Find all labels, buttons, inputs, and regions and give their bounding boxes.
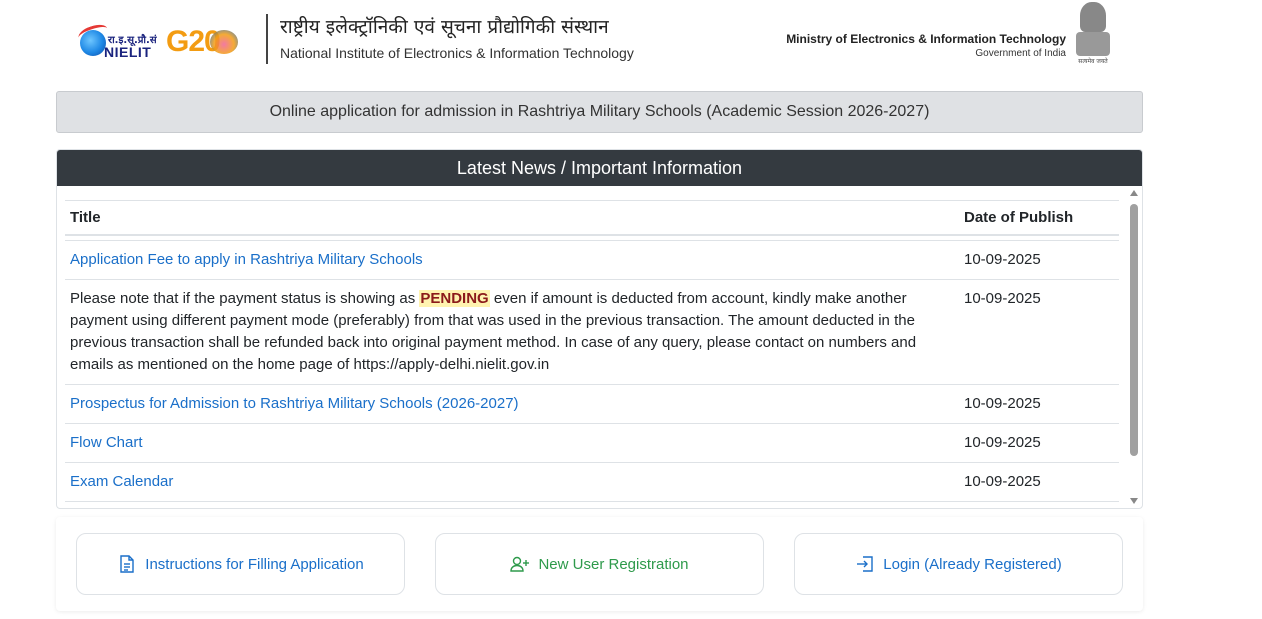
news-heading: Latest News / Important Information bbox=[57, 150, 1142, 186]
scroll-up-arrow-icon[interactable] bbox=[1130, 190, 1138, 196]
person-plus-icon bbox=[510, 554, 530, 574]
scroll-down-arrow-icon[interactable] bbox=[1130, 498, 1138, 504]
government-name: Government of India bbox=[975, 48, 1066, 59]
nielit-logo[interactable]: रा.इ.सू.प्रौ.सं NIELIT bbox=[76, 21, 164, 64]
news-date: 10-09-2025 bbox=[959, 423, 1119, 463]
scrollbar-thumb[interactable] bbox=[1130, 204, 1138, 456]
news-scroll-area[interactable]: Title Date of Publish Application Fee to… bbox=[57, 186, 1142, 508]
new-user-registration-button[interactable]: New User Registration bbox=[435, 533, 764, 595]
news-table: Title Date of Publish Application Fee to… bbox=[65, 200, 1119, 502]
pending-highlight: PENDING bbox=[419, 290, 490, 307]
column-header-date: Date of Publish bbox=[959, 200, 1119, 236]
table-row: Flow Chart 10-09-2025 bbox=[65, 423, 1119, 463]
nielit-logo-text: NIELIT bbox=[104, 44, 152, 60]
table-row: Please note that if the payment status i… bbox=[65, 279, 1119, 385]
news-date: 10-09-2025 bbox=[959, 279, 1119, 385]
admission-banner: Online application for admission in Rash… bbox=[56, 91, 1143, 133]
header-divider bbox=[266, 14, 268, 64]
instructions-button[interactable]: Instructions for Filling Application bbox=[76, 533, 405, 595]
g20-lotus-icon bbox=[210, 30, 238, 54]
login-button[interactable]: Login (Already Registered) bbox=[794, 533, 1123, 595]
emblem-base-icon bbox=[1076, 32, 1110, 56]
column-header-title: Title bbox=[65, 200, 959, 236]
table-row: Exam Calendar 10-09-2025 bbox=[65, 462, 1119, 502]
news-table-header-row: Title Date of Publish bbox=[65, 200, 1119, 236]
emblem-lions-icon bbox=[1080, 2, 1106, 32]
national-emblem-icon: सत्यमेव जयते bbox=[1073, 2, 1113, 68]
news-link-flow-chart[interactable]: Flow Chart bbox=[70, 434, 143, 451]
site-header: रा.इ.सू.प्रौ.सं NIELIT G20 राष्ट्रीय इले… bbox=[0, 0, 1262, 80]
news-scrollbar[interactable] bbox=[1128, 190, 1140, 504]
institute-name-english: National Institute of Electronics & Info… bbox=[280, 45, 634, 61]
news-link-application-fee[interactable]: Application Fee to apply in Rashtriya Mi… bbox=[70, 251, 423, 268]
action-panel: Instructions for Filling Application New… bbox=[56, 517, 1143, 611]
emblem-motto: सत्यमेव जयते bbox=[1078, 58, 1108, 65]
institute-name-hindi: राष्ट्रीय इलेक्ट्रॉनिकी एवं सूचना प्रौद्… bbox=[280, 16, 609, 38]
notice-text-before: Please note that if the payment status i… bbox=[70, 290, 420, 307]
g20-logo: G20 bbox=[166, 24, 242, 70]
news-date: 10-09-2025 bbox=[959, 240, 1119, 280]
file-text-icon bbox=[117, 554, 137, 574]
instructions-button-label: Instructions for Filling Application bbox=[145, 555, 364, 573]
news-date: 10-09-2025 bbox=[959, 384, 1119, 424]
box-arrow-in-right-icon bbox=[855, 554, 875, 574]
news-card: Latest News / Important Information Titl… bbox=[56, 149, 1143, 509]
news-link-prospectus[interactable]: Prospectus for Admission to Rashtriya Mi… bbox=[70, 395, 519, 412]
table-row: Prospectus for Admission to Rashtriya Mi… bbox=[65, 384, 1119, 424]
login-button-label: Login (Already Registered) bbox=[883, 555, 1062, 573]
news-link-exam-calendar[interactable]: Exam Calendar bbox=[70, 473, 173, 490]
registration-button-label: New User Registration bbox=[538, 555, 689, 573]
table-row: Application Fee to apply in Rashtriya Mi… bbox=[65, 240, 1119, 280]
ministry-name: Ministry of Electronics & Information Te… bbox=[786, 32, 1066, 46]
news-date: 10-09-2025 bbox=[959, 462, 1119, 502]
news-payment-notice: Please note that if the payment status i… bbox=[65, 279, 959, 385]
